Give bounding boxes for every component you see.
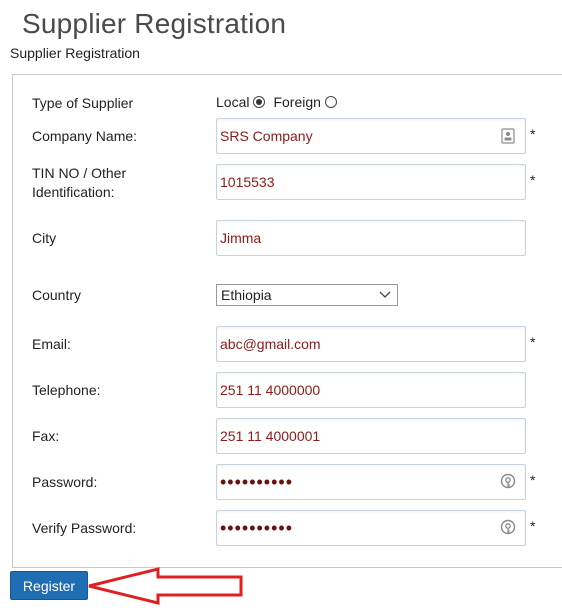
chevron-down-icon: [379, 291, 391, 299]
password-masked-value: ••••••••••: [220, 472, 294, 492]
country-selected-value: Ethiopia: [221, 287, 272, 303]
company-name-label: Company Name:: [32, 128, 138, 144]
key-icon[interactable]: [499, 519, 517, 537]
required-marker: *: [530, 172, 536, 188]
required-marker: *: [530, 518, 536, 534]
telephone-input[interactable]: 251 11 4000000: [216, 372, 526, 408]
annotation-arrow-icon: [88, 567, 243, 605]
company-name-value: SRS Company: [220, 128, 313, 144]
city-label: City: [32, 230, 57, 246]
email-label: Email:: [32, 336, 71, 352]
fax-label: Fax:: [32, 428, 60, 444]
country-label: Country: [32, 287, 82, 303]
foreign-option-label: Foreign: [273, 94, 321, 110]
verify-password-masked-value: ••••••••••: [220, 518, 294, 538]
page-subtitle: Supplier Registration: [10, 45, 140, 61]
tin-label-line1: TIN NO / Other: [32, 165, 127, 181]
fax-input[interactable]: 251 11 4000001: [216, 418, 526, 454]
contact-card-icon[interactable]: [499, 127, 517, 145]
email-value: abc@gmail.com: [220, 336, 321, 352]
verify-password-label: Verify Password:: [32, 520, 137, 536]
local-radio[interactable]: [253, 96, 266, 108]
password-input[interactable]: ••••••••••: [216, 464, 526, 500]
tin-value: 1015533: [220, 174, 275, 190]
key-icon[interactable]: [499, 473, 517, 491]
supplier-type-radio-group: Local Foreign: [216, 94, 341, 110]
required-marker: *: [530, 334, 536, 350]
company-name-input[interactable]: SRS Company: [216, 118, 526, 154]
page-title: Supplier Registration: [22, 8, 287, 39]
supplier-type-label: Type of Supplier: [32, 95, 134, 111]
local-option-label: Local: [216, 94, 250, 110]
fax-value: 251 11 4000001: [220, 428, 321, 444]
verify-password-input[interactable]: ••••••••••: [216, 510, 526, 546]
city-value: Jimma: [220, 230, 262, 246]
telephone-value: 251 11 4000000: [220, 382, 321, 398]
tin-label-line2: Identification:: [32, 184, 115, 200]
email-input[interactable]: abc@gmail.com: [216, 326, 526, 362]
required-marker: *: [530, 472, 536, 488]
password-label: Password:: [32, 474, 98, 490]
register-button[interactable]: Register: [10, 571, 88, 600]
telephone-label: Telephone:: [32, 382, 101, 398]
city-input[interactable]: Jimma: [216, 220, 526, 256]
foreign-radio[interactable]: [324, 96, 337, 108]
required-marker: *: [530, 126, 536, 142]
tin-input[interactable]: 1015533: [216, 164, 526, 200]
country-select[interactable]: Ethiopia: [216, 284, 398, 306]
